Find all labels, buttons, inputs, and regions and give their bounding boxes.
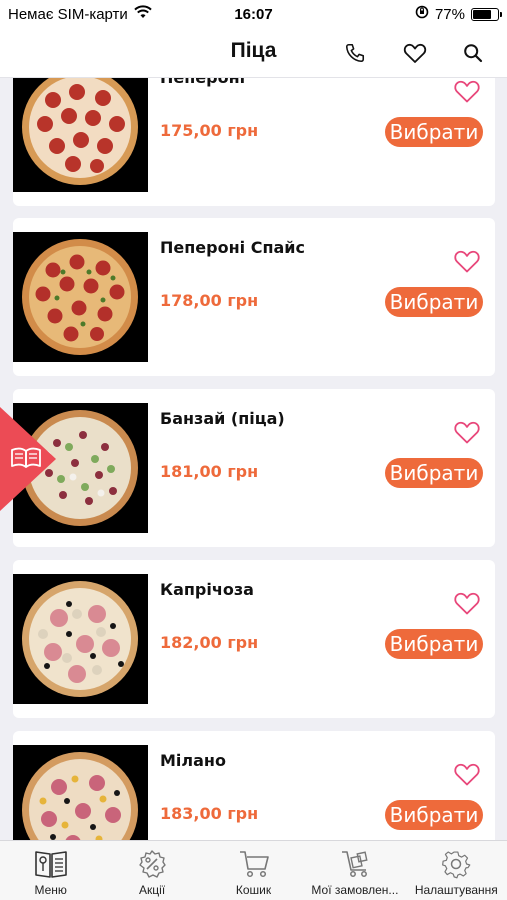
favorite-heart-icon[interactable] <box>453 590 481 616</box>
product-price: 181,00 грн <box>160 462 259 481</box>
product-card[interactable]: Пепероні 175,00 грн Вибрати <box>13 78 495 206</box>
nav-header: Піца <box>0 28 507 78</box>
product-card[interactable]: Мілано 183,00 грн Вибрати <box>13 731 495 840</box>
product-price: 175,00 грн <box>160 121 259 140</box>
favorite-heart-icon[interactable] <box>453 761 481 787</box>
product-name[interactable]: Пепероні <box>160 78 245 87</box>
pizza-image <box>13 232 148 362</box>
favorite-heart-icon[interactable] <box>453 78 481 104</box>
select-button[interactable]: Вибрати <box>385 287 483 317</box>
wifi-icon <box>134 5 152 23</box>
product-name[interactable]: Капрічоза <box>160 580 254 599</box>
tab-bar: Меню Акції Кошик Мої замовлен... Налашту… <box>0 840 507 900</box>
pizza-image <box>13 574 148 704</box>
tab-label: Кошик <box>235 883 272 897</box>
battery-fill <box>473 9 492 19</box>
status-bar: Немає SIM-карти 16:07 77% <box>0 0 507 28</box>
rotation-lock-icon <box>415 5 429 23</box>
product-name[interactable]: Мілано <box>160 751 226 770</box>
pizza-image <box>13 78 148 192</box>
select-button[interactable]: Вибрати <box>385 800 483 830</box>
battery-percent: 77% <box>434 5 465 23</box>
menu-book-icon <box>33 848 69 880</box>
battery-icon <box>471 7 502 21</box>
page-title: Піца <box>230 39 277 62</box>
phone-icon[interactable] <box>342 40 368 66</box>
select-button[interactable]: Вибрати <box>385 458 483 488</box>
product-price: 183,00 грн <box>160 804 259 823</box>
tab-settings[interactable]: Налаштування <box>406 841 507 900</box>
tab-orders[interactable]: Мої замовлен... <box>304 841 405 900</box>
side-menu-button[interactable] <box>0 407 56 511</box>
tab-promotions[interactable]: Акції <box>101 841 202 900</box>
tab-label: Налаштування <box>414 883 498 897</box>
status-right: 77% <box>415 5 502 23</box>
favorites-heart-icon[interactable] <box>402 40 428 66</box>
product-price: 182,00 грн <box>160 633 259 652</box>
product-list[interactable]: Пепероні 175,00 грн Вибрати <box>0 78 507 840</box>
favorite-heart-icon[interactable] <box>453 419 481 445</box>
status-left: Немає SIM-карти <box>8 5 152 23</box>
product-price: 178,00 грн <box>160 291 259 310</box>
tab-label: Меню <box>34 883 67 897</box>
tab-label: Акції <box>139 883 166 897</box>
tab-menu[interactable]: Меню <box>0 841 101 900</box>
product-card[interactable]: Банзай (піца) 181,00 грн Вибрати <box>13 389 495 547</box>
orders-icon <box>337 848 373 880</box>
product-card[interactable]: Капрічоза 182,00 грн Вибрати <box>13 560 495 718</box>
product-name[interactable]: Пепероні Спайс <box>160 238 305 257</box>
carrier-label: Немає SIM-карти <box>8 5 128 23</box>
select-button[interactable]: Вибрати <box>385 629 483 659</box>
discount-icon <box>134 848 170 880</box>
product-name[interactable]: Банзай (піца) <box>160 409 285 428</box>
select-button[interactable]: Вибрати <box>385 117 483 147</box>
pizza-image <box>13 745 148 840</box>
tab-label: Мої замовлен... <box>311 883 399 897</box>
gear-icon <box>438 848 474 880</box>
product-card[interactable]: Пепероні Спайс 178,00 грн Вибрати <box>13 218 495 376</box>
tab-cart[interactable]: Кошик <box>203 841 304 900</box>
favorite-heart-icon[interactable] <box>453 248 481 274</box>
cart-icon <box>236 848 272 880</box>
search-icon[interactable] <box>460 40 486 66</box>
